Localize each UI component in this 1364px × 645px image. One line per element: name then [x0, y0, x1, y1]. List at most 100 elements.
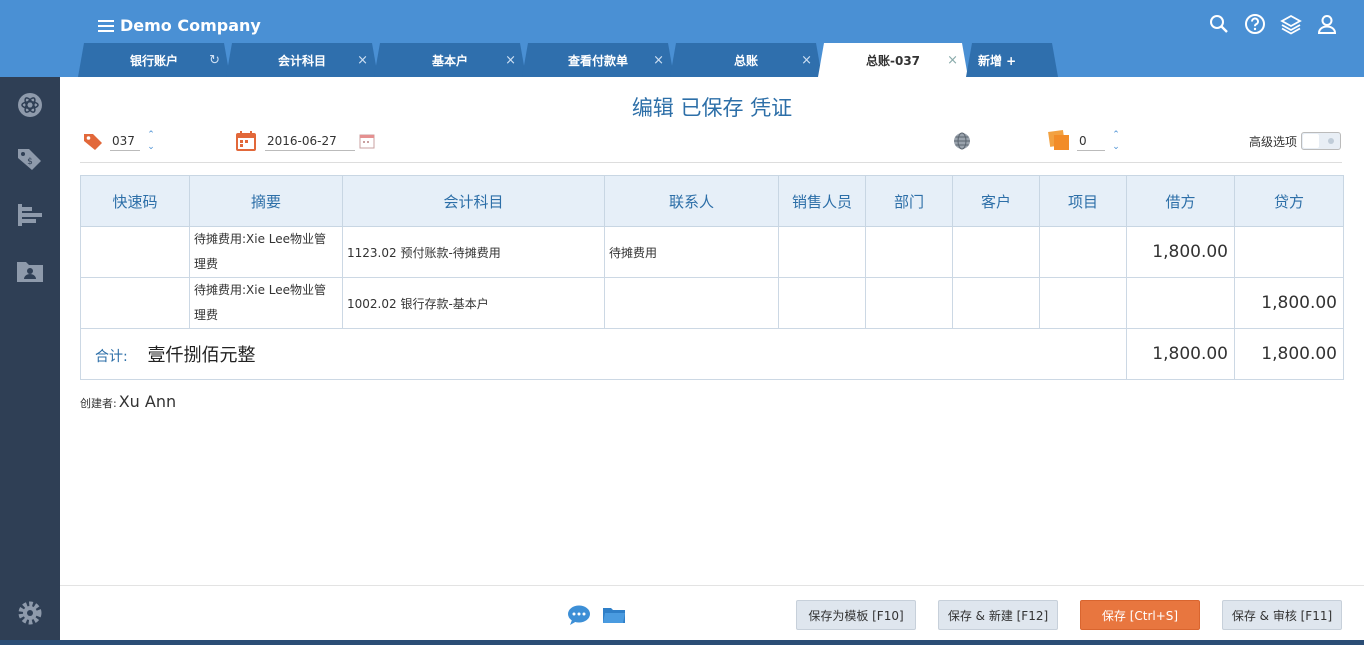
save-button[interactable]: 保存 [Ctrl+S]: [1080, 600, 1200, 630]
tab-label: 银行账户: [129, 53, 178, 68]
column-header-debit: 借方: [1126, 175, 1235, 227]
code-cell[interactable]: [80, 226, 190, 278]
customer-cell[interactable]: [952, 226, 1040, 278]
memo-cell[interactable]: 待摊费用:Xie Lee物业管理费: [189, 277, 343, 329]
user-icon[interactable]: [1316, 13, 1338, 35]
column-header-credit: 贷方: [1234, 175, 1344, 227]
column-header-code: 快速码: [80, 175, 190, 227]
close-icon[interactable]: ×: [947, 53, 958, 68]
advanced-options-toggle[interactable]: [1301, 132, 1342, 150]
globe-group: [952, 128, 972, 154]
contacts-folder-icon[interactable]: [15, 257, 45, 285]
debit-cell[interactable]: [1126, 277, 1235, 329]
project-cell[interactable]: [1039, 226, 1127, 278]
date-picker-icon[interactable]: [359, 133, 375, 149]
attachment-count-input[interactable]: 0: [1077, 131, 1105, 151]
folder-icon[interactable]: [602, 605, 626, 625]
company-name: Demo Company: [120, 15, 261, 35]
tab-label: 总账-037: [865, 53, 921, 68]
save-as-template-button[interactable]: 保存为模板 [F10]: [796, 600, 916, 630]
total-amount-in-words: 壹仟捌佰元整: [147, 345, 256, 366]
settings-gear-icon[interactable]: [15, 599, 45, 627]
sidebar: $: [0, 77, 60, 645]
salesperson-cell[interactable]: [778, 277, 866, 329]
department-cell[interactable]: [865, 226, 953, 278]
company-switcher[interactable]: Demo Company: [98, 13, 261, 37]
column-header-project: 项目: [1039, 175, 1127, 227]
top-header: Demo Company 银行账户 ↻ 会计科目 × 基本户 × 查看付款单 ×…: [0, 0, 1364, 77]
tab-view-payments[interactable]: 查看付款单 ×: [522, 43, 674, 77]
tab-bank-accounts[interactable]: 银行账户 ↻: [78, 43, 230, 77]
header-actions: [1208, 13, 1338, 35]
tab-label: 新增 +: [978, 53, 1017, 68]
save-and-audit-button[interactable]: 保存 & 审核 [F11]: [1222, 600, 1342, 630]
column-header-department: 部门: [865, 175, 953, 227]
close-icon[interactable]: ×: [801, 53, 812, 68]
close-icon[interactable]: ×: [653, 53, 664, 68]
calendar-icon: [235, 130, 257, 152]
memo-cell[interactable]: 待摊费用:Xie Lee物业管理费: [189, 226, 343, 278]
column-header-customer: 客户: [952, 175, 1040, 227]
tab-ledger-037[interactable]: 总账-037 ×: [818, 43, 968, 77]
column-header-contact: 联系人: [604, 175, 779, 227]
globe-icon[interactable]: [952, 131, 972, 151]
voucher-entries-table: 快速码 摘要 会计科目 联系人 销售人员 部门 客户 项目 借方 贷方 待摊费用…: [80, 175, 1344, 380]
total-credit: 1,800.00: [1234, 328, 1344, 380]
tag-icon: [82, 130, 104, 152]
comment-icon[interactable]: [567, 604, 591, 626]
search-icon[interactable]: [1208, 13, 1230, 35]
attachments-group: 0 ⌃ ⌄: [1047, 128, 1123, 154]
voucher-number-stepper[interactable]: ⌃ ⌄: [144, 130, 158, 152]
advanced-options-label: 高级选项: [1249, 134, 1298, 149]
column-header-salesperson: 销售人员: [778, 175, 866, 227]
department-cell[interactable]: [865, 277, 953, 329]
bar-chart-icon[interactable]: [15, 201, 45, 229]
code-cell[interactable]: [80, 277, 190, 329]
header-divider: [80, 162, 1342, 163]
price-tags-icon[interactable]: $: [15, 145, 45, 173]
voucher-date-group: 2016-06-27: [235, 128, 375, 154]
total-row: 合计: 壹仟捌佰元整 1,800.00 1,800.00: [80, 328, 1344, 380]
refresh-icon[interactable]: ↻: [209, 53, 220, 68]
app-window: Demo Company 银行账户 ↻ 会计科目 × 基本户 × 查看付款单 ×…: [0, 0, 1364, 645]
os-taskbar: [0, 640, 1364, 645]
attachment-count-stepper[interactable]: ⌃ ⌄: [1109, 130, 1123, 152]
total-debit: 1,800.00: [1126, 328, 1235, 380]
tab-new[interactable]: 新增 +: [966, 43, 1058, 77]
layers-icon[interactable]: [1280, 13, 1302, 35]
credit-cell[interactable]: [1234, 226, 1344, 278]
contact-cell[interactable]: [604, 277, 779, 329]
tab-label: 会计科目: [277, 53, 326, 68]
tab-general-ledger[interactable]: 总账 ×: [670, 43, 822, 77]
footer-divider: [60, 585, 1364, 586]
tab-label: 总账: [733, 53, 758, 68]
voucher-number-input[interactable]: 037: [110, 131, 140, 151]
save-and-new-button[interactable]: 保存 & 新建 [F12]: [938, 600, 1058, 630]
table-row[interactable]: 待摊费用:Xie Lee物业管理费 1002.02 银行存款-基本户 1,800…: [80, 277, 1344, 329]
table-row[interactable]: 待摊费用:Xie Lee物业管理费 1123.02 预付账款-待摊费用 待摊费用…: [80, 226, 1344, 278]
menu-icon[interactable]: [98, 19, 114, 32]
tab-label: 基本户: [431, 53, 468, 68]
atom-icon[interactable]: [15, 91, 45, 119]
close-icon[interactable]: ×: [505, 53, 516, 68]
creator-label: 创建者:: [80, 397, 117, 410]
creator-name: Xu Ann: [118, 392, 177, 411]
contact-cell[interactable]: 待摊费用: [604, 226, 779, 278]
tab-basic-account[interactable]: 基本户 ×: [374, 43, 526, 77]
project-cell[interactable]: [1039, 277, 1127, 329]
debit-cell[interactable]: 1,800.00: [1126, 226, 1235, 278]
attachment-notes-icon: [1047, 129, 1071, 153]
column-header-account: 会计科目: [342, 175, 605, 227]
account-cell[interactable]: 1002.02 银行存款-基本户: [342, 277, 605, 329]
close-icon[interactable]: ×: [357, 53, 368, 68]
salesperson-cell[interactable]: [778, 226, 866, 278]
credit-cell[interactable]: 1,800.00: [1234, 277, 1344, 329]
help-icon[interactable]: [1244, 13, 1266, 35]
creator-info: 创建者: Xu Ann: [80, 392, 176, 411]
customer-cell[interactable]: [952, 277, 1040, 329]
account-cell[interactable]: 1123.02 预付账款-待摊费用: [342, 226, 605, 278]
table-header-row: 快速码 摘要 会计科目 联系人 销售人员 部门 客户 项目 借方 贷方: [80, 175, 1344, 227]
voucher-date-input[interactable]: 2016-06-27: [265, 131, 355, 151]
tab-chart-of-accounts[interactable]: 会计科目 ×: [226, 43, 378, 77]
page-title: 编辑 已保存 凭证: [631, 96, 793, 120]
